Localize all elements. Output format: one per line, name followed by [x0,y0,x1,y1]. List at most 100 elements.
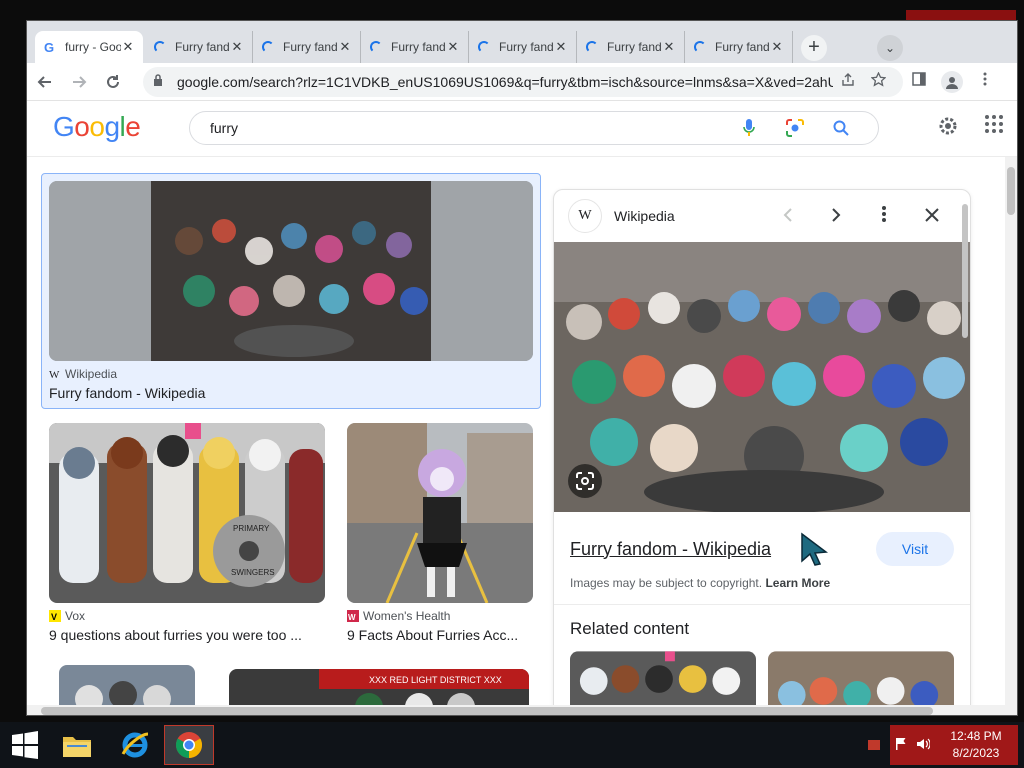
result-card-selected[interactable]: W Wikipedia Furry fandom - Wikipedia [41,173,541,409]
panel-title-link[interactable]: Furry fandom - Wikipedia [570,539,876,560]
visual-search-lens-icon[interactable] [568,464,602,498]
address-bar[interactable]: google.com/search?rlz=1C1VDKB_enUS1069US… [143,66,903,97]
tab-furry-fandom[interactable]: Furry fandom ✕ [361,31,469,63]
chevron-right-icon [832,207,841,222]
profile-avatar-icon[interactable] [941,70,963,93]
reload-icon [107,74,119,88]
result-thumbnail[interactable] [347,423,533,603]
loading-spinner-icon [477,40,491,54]
loading-spinner-icon [585,40,599,54]
close-panel-button[interactable] [908,206,956,227]
tab-furry-fandom[interactable]: Furry fandom ✕ [145,31,253,63]
learn-more-link[interactable]: Learn More [765,576,830,590]
taskbar-chrome[interactable] [164,725,214,765]
chrome-icon [175,732,203,759]
new-tab-button[interactable]: + [801,35,827,61]
side-panel-icon[interactable] [903,72,935,91]
bookmark-star-icon[interactable] [863,71,893,91]
result-source: V Vox [49,609,86,623]
share-icon[interactable] [833,72,863,91]
close-tab-icon[interactable]: ✕ [662,39,676,55]
tab-furry-fandom[interactable]: Furry fandom ✕ [469,31,577,63]
clock-time: 12:48 PM [950,729,1002,743]
lens-search-icon[interactable] [772,118,818,138]
chrome-window: G furry - Google ✕ Furry fandom ✕ Furry … [26,20,1018,716]
search-box[interactable] [189,111,879,145]
result-thumbnail[interactable]: PRIMARY SWINGERS [49,423,325,603]
result-card[interactable]: W Women's Health 9 Facts About Furries A… [347,423,533,643]
close-icon [925,207,939,222]
action-center-flag-icon[interactable] [890,737,912,754]
lock-icon [153,74,167,89]
tab-title: Furry fandom [283,40,338,54]
close-tab-icon[interactable]: ✕ [338,39,352,55]
loading-spinner-icon [693,40,707,54]
previous-image-button[interactable] [764,206,812,227]
svg-text:XXX RED LIGHT DISTRICT XXX: XXX RED LIGHT DISTRICT XXX [369,675,502,685]
clock-date: 8/2/2023 [952,746,1000,760]
tab-title: Furry fandom [715,40,770,54]
close-tab-icon[interactable]: ✕ [770,39,784,55]
tab-furry-fandom[interactable]: Furry fandom ✕ [685,31,793,63]
google-apps-icon[interactable] [985,115,1003,133]
result-title[interactable]: 9 Facts About Furries Acc... [347,627,533,643]
result-card[interactable]: PRIMARY SWINGERS V Vox 9 questions about… [49,423,325,643]
tab-furry-fandom[interactable]: Furry fandom ✕ [253,31,361,63]
panel-preview-image[interactable] [554,242,970,512]
back-arrow-icon [37,75,51,88]
forward-button[interactable] [63,66,95,98]
furry-convention-group-photo [554,242,970,512]
result-thumbnail[interactable] [49,181,533,361]
image-preview-panel: W Wikipedia Furry fandom - Wikipedia Vis… [553,189,971,715]
tab-title: Furry fandom [391,40,446,54]
volume-icon[interactable] [912,738,934,753]
loading-spinner-icon [369,40,383,54]
back-button[interactable] [29,66,61,98]
result-title[interactable]: Furry fandom - Wikipedia [49,385,533,401]
close-tab-icon[interactable]: ✕ [121,39,135,55]
tab-google-search[interactable]: G furry - Google ✕ [35,31,143,63]
related-content-heading: Related content [570,619,690,638]
panel-scrollbar[interactable] [962,204,968,338]
loading-spinner-icon [261,40,275,54]
taskbar-internet-explorer[interactable] [110,725,160,765]
chrome-menu-icon[interactable] [969,72,1001,91]
result-source: W Wikipedia [49,367,118,381]
panel-title-row: Furry fandom - Wikipedia Visit [554,512,970,566]
taskbar-clock[interactable]: 12:48 PM 8/2/2023 [934,728,1018,762]
tab-furry-fandom[interactable]: Furry fandom ✕ [577,31,685,63]
panel-source-name[interactable]: Wikipedia [614,208,764,224]
settings-gear-icon[interactable] [937,115,959,143]
forward-arrow-icon [73,75,87,88]
tab-search-button[interactable]: ⌄ [877,35,903,61]
svg-text:W: W [49,369,60,379]
next-image-button[interactable] [812,206,860,227]
result-title[interactable]: 9 questions about furries you were too .… [49,627,325,643]
loading-spinner-icon [153,40,167,54]
close-tab-icon[interactable]: ✕ [554,39,568,55]
visit-button[interactable]: Visit [876,532,954,566]
browser-toolbar: google.com/search?rlz=1C1VDKB_enUS1069US… [27,63,1017,101]
voice-search-icon[interactable] [726,119,772,137]
search-icon[interactable] [818,120,864,136]
close-tab-icon[interactable]: ✕ [230,39,244,55]
search-input[interactable] [210,120,726,136]
page-horizontal-scrollbar[interactable] [27,705,1017,715]
google-logo[interactable]: Google [53,111,141,143]
svg-text:W: W [348,613,356,621]
chevron-left-icon [783,207,792,222]
tab-title: Furry fandom [607,40,662,54]
svg-text:V: V [51,612,57,621]
page-vertical-scrollbar[interactable] [1005,157,1017,705]
taskbar-file-explorer[interactable] [52,725,102,765]
tab-title: Furry fandom [175,40,230,54]
wikipedia-icon: W [49,368,61,380]
reload-button[interactable] [97,66,129,98]
tray-flag-icon[interactable] [868,740,880,750]
svg-text:SWINGERS: SWINGERS [231,568,275,577]
start-button[interactable] [6,728,44,762]
vox-icon: V [49,610,61,622]
close-tab-icon[interactable]: ✕ [446,39,460,55]
google-header: Google [27,101,1017,157]
more-options-button[interactable] [860,205,908,227]
